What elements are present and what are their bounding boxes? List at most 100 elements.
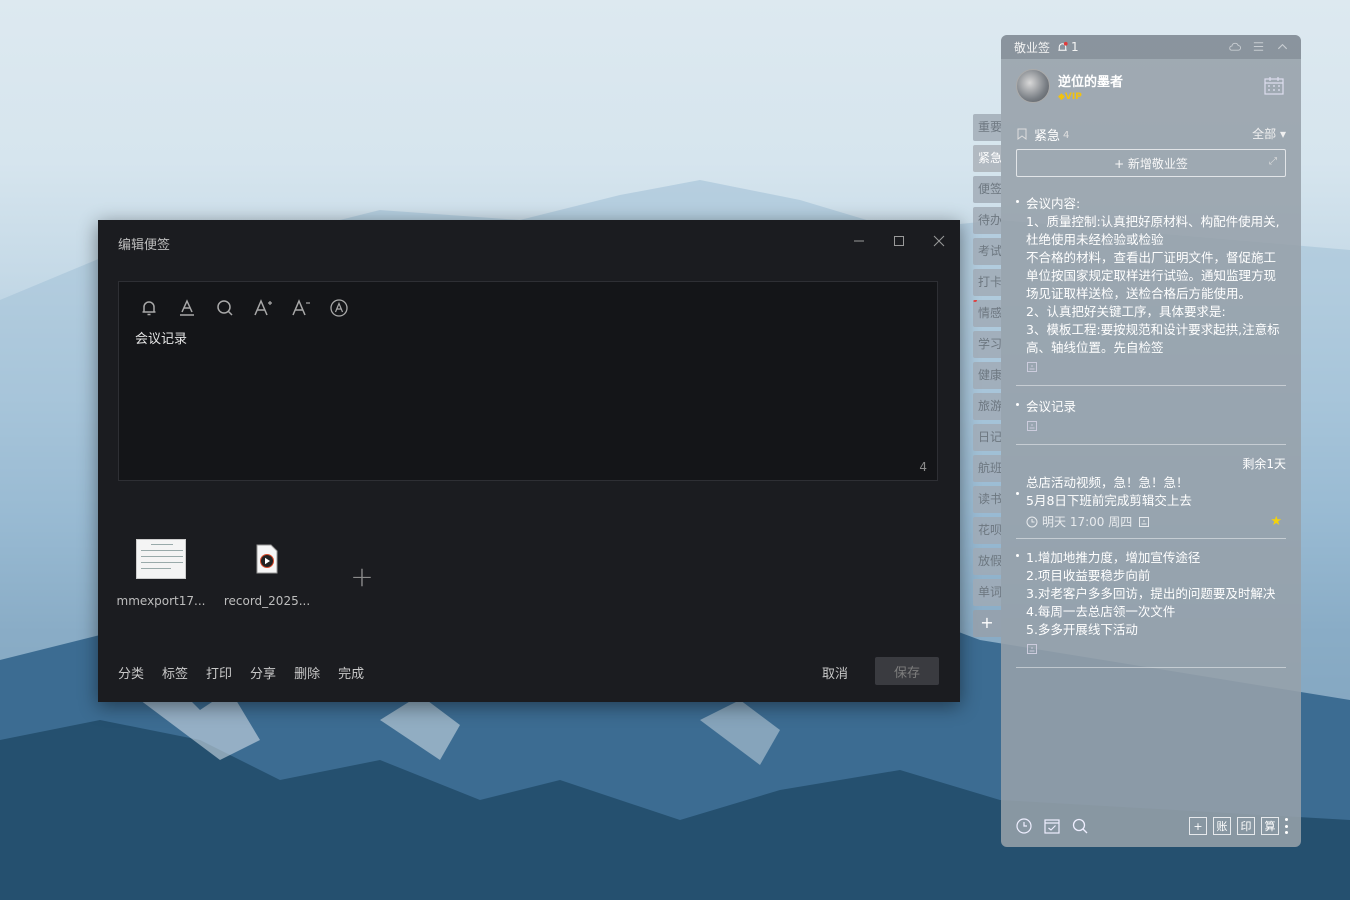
more-icon[interactable] (1285, 818, 1289, 834)
collapse-icon[interactable] (1275, 39, 1289, 53)
attachment-name: record_2025... (223, 594, 311, 608)
attachment-name: mmexport17... (116, 594, 206, 608)
complete-button[interactable]: 完成 (338, 663, 364, 682)
font-decrease-icon[interactable] (289, 296, 313, 320)
reminder-count: 1 (1071, 40, 1079, 54)
tab-todo[interactable]: 待办 (973, 207, 1001, 234)
checklist-icon[interactable] (1043, 817, 1061, 835)
tab-health[interactable]: 健康 (973, 362, 1001, 389)
bell-icon[interactable] (137, 296, 161, 320)
note-line: 1、质量控制:认真把好原材料、构配件使用关,杜绝使用未经检验或检验 (1026, 214, 1280, 247)
category-count: 4 (1063, 130, 1070, 141)
app-name: 敬业签 (1014, 40, 1051, 55)
tab-checkin[interactable]: 打卡 (973, 269, 1001, 296)
search-icon[interactable] (213, 296, 237, 320)
panel-header: 敬业签 1 (1001, 35, 1301, 59)
window-controls (850, 232, 948, 250)
footer-actions: 分类 标签 打印 分享 删除 完成 (118, 663, 364, 682)
category-name: 紧急 (1034, 128, 1061, 144)
bell-icon (1058, 41, 1068, 51)
calculator-button[interactable]: 算 (1261, 817, 1279, 835)
note-line: 总店活动视频，急！急！急！ (1026, 475, 1189, 490)
attachment-video[interactable]: record_2025... (224, 538, 310, 608)
tab-study[interactable]: 学习 (973, 331, 1001, 358)
bullet (1016, 554, 1019, 557)
save-button[interactable]: 保存 (875, 657, 939, 685)
add-tab-button[interactable]: + (973, 610, 1001, 637)
tab-flight[interactable]: 航班 (973, 455, 1001, 482)
menu-icon[interactable] (1251, 39, 1265, 53)
close-icon[interactable] (930, 232, 948, 250)
category-tabs: 重要 紧急 便签 待办 考试 打卡 情感 学习 健康 旅游 日记 航班 读书 花… (973, 114, 1003, 637)
note-line: 3、模板工程:要按规范和设计要求起拱,注意标高、轴线位置。先自检签 (1026, 322, 1280, 355)
user-profile[interactable]: 逆位的墨者 ◆VIP (1016, 69, 1123, 103)
star-icon[interactable]: ★ (1270, 514, 1282, 529)
accounting-button[interactable]: 账 (1213, 817, 1231, 835)
search-icon[interactable] (1071, 817, 1089, 835)
note-line: 1.增加地推力度，增加宣传途径 (1026, 550, 1201, 565)
tab-diary[interactable]: 日记 (973, 424, 1001, 451)
list-item[interactable]: 剩余1天 总店活动视频，急！急！急！ 5月8日下班前完成剪辑交上去 明天 17:… (1016, 455, 1286, 539)
note-line: 不合格的材料，查看出厂证明文件，督促施工单位按国家规定取样进行试验。通知监理方现… (1026, 250, 1277, 301)
font-increase-icon[interactable] (251, 296, 275, 320)
add-attachment-button[interactable]: + (342, 556, 382, 596)
new-note-button[interactable]: + 新增敬业签 ⤢ (1016, 149, 1286, 177)
reminder-badge[interactable]: 1 (1056, 40, 1079, 54)
tab-huabei[interactable]: 花呗 (973, 517, 1001, 544)
clear-format-icon[interactable] (327, 296, 351, 320)
list-item[interactable]: 会议内容: 1、质量控制:认真把好原材料、构配件使用关,杜绝使用未经检验或检验 … (1016, 195, 1286, 386)
note-editor-area[interactable]: 会议记录 4 (118, 281, 938, 481)
list-item[interactable]: 会议记录 (1016, 386, 1286, 445)
bullet (1016, 403, 1019, 406)
attachment-icon (1027, 644, 1037, 654)
sticky-notes-panel: 敬业签 1 逆位的墨者 ◆VIP 紧急 4 全部 ▾ + 新增敬业签 ⤢ 会议内… (1001, 35, 1301, 847)
attachment-icon (1027, 421, 1037, 431)
character-count: 4 (919, 460, 927, 474)
maximize-icon[interactable] (890, 232, 908, 250)
tab-holiday[interactable]: 放假 (973, 548, 1001, 575)
image-thumbnail (136, 538, 186, 580)
cancel-button[interactable]: 取消 (822, 663, 848, 682)
expand-icon[interactable]: ⤢ (1269, 156, 1277, 167)
add-button[interactable]: + (1189, 817, 1207, 835)
filter-dropdown[interactable]: 全部 ▾ (1252, 125, 1286, 142)
note-line: 会议记录 (1026, 399, 1077, 414)
avatar[interactable] (1016, 69, 1050, 103)
note-content[interactable]: 会议记录 (135, 328, 187, 347)
attachment-image[interactable]: mmexport17... (116, 538, 206, 608)
print-button[interactable]: 印 (1237, 817, 1255, 835)
text-color-icon[interactable] (175, 296, 199, 320)
attachments: mmexport17... record_2025... + (116, 538, 382, 608)
panel-bottom-bar: + 账 印 算 (1001, 805, 1301, 847)
panel-top-controls (1227, 39, 1289, 53)
notes-list: 会议内容: 1、质量控制:认真把好原材料、构配件使用关,杜绝使用未经检验或检验 … (1016, 195, 1286, 668)
tab-reading[interactable]: 读书 (973, 486, 1001, 513)
tab-emotion[interactable]: 情感 (973, 300, 1001, 327)
note-line: 4.每周一去总店领一次文件 (1026, 604, 1176, 619)
due-date: 明天 17:00 周四 ★ (1026, 513, 1286, 530)
clock-icon (1026, 516, 1038, 527)
tab-urgent[interactable]: 紧急 (973, 145, 1001, 172)
tab-notes[interactable]: 便签 (973, 176, 1001, 203)
calendar-icon[interactable] (1263, 75, 1285, 97)
share-button[interactable]: 分享 (250, 663, 276, 682)
minimize-icon[interactable] (850, 232, 868, 250)
edit-note-window: 编辑便签 会议记录 4 mmexport17... record_2025...… (98, 220, 960, 702)
note-line: 3.对老客户多多回访，提出的问题要及时解决 (1026, 586, 1276, 601)
print-button[interactable]: 打印 (206, 663, 232, 682)
tab-important[interactable]: 重要 (973, 114, 1001, 141)
attachment-icon (1027, 362, 1037, 372)
clock-icon[interactable] (1015, 817, 1033, 835)
cloud-sync-icon[interactable] (1227, 39, 1241, 53)
category-button[interactable]: 分类 (118, 663, 144, 682)
delete-button[interactable]: 删除 (294, 663, 320, 682)
bookmark-icon (1017, 128, 1027, 140)
bullet (1016, 492, 1019, 495)
note-line: 2.项目收益要稳步向前 (1026, 568, 1151, 583)
tab-travel[interactable]: 旅游 (973, 393, 1001, 420)
list-item[interactable]: 1.增加地推力度，增加宣传途径 2.项目收益要稳步向前 3.对老客户多多回访，提… (1016, 539, 1286, 668)
tag-button[interactable]: 标签 (162, 663, 188, 682)
tab-exam[interactable]: 考试 (973, 238, 1001, 265)
tab-words[interactable]: 单词 (973, 579, 1001, 606)
note-line: 5月8日下班前完成剪辑交上去 (1026, 493, 1192, 508)
